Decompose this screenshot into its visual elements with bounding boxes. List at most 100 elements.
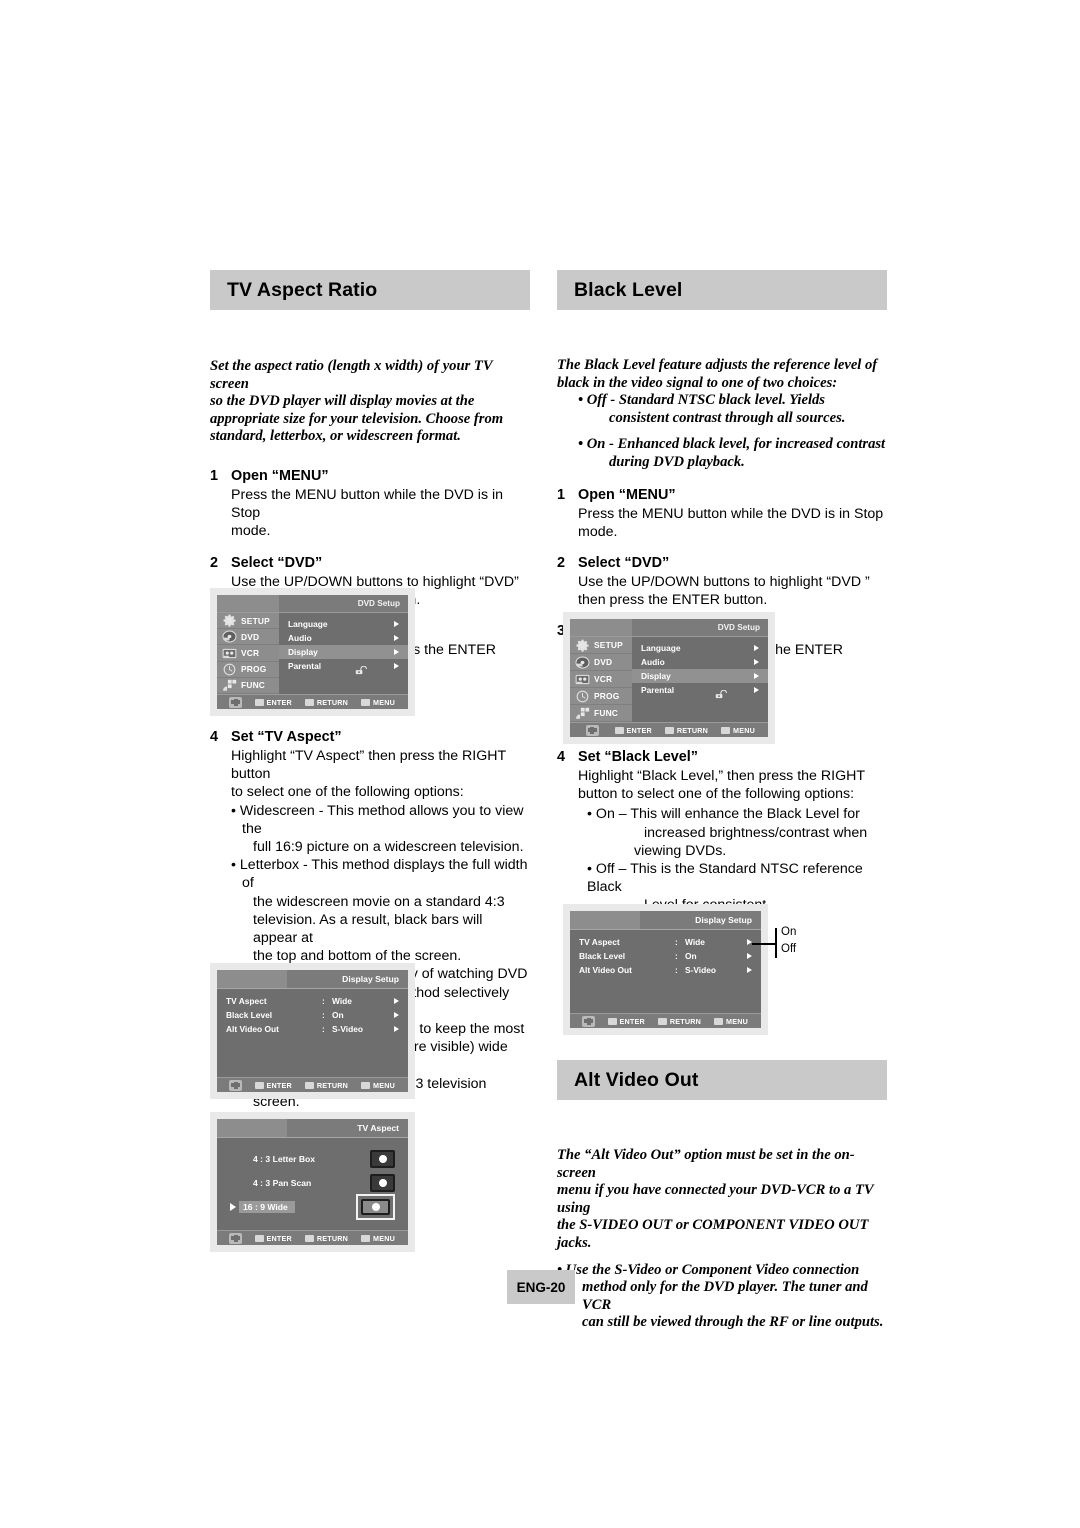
menu-item-display[interactable]: Display xyxy=(279,645,408,659)
sidebar-item-func[interactable]: FUNC xyxy=(217,678,279,695)
bottom-bar-return[interactable]: RETURN xyxy=(657,1017,701,1026)
manual-page: TV Aspect Ratio Set the aspect ratio (le… xyxy=(0,0,1080,1528)
callout-leader-line xyxy=(752,943,775,945)
tv-icon-letterbox[interactable] xyxy=(370,1150,395,1168)
page-footer-badge: ENG-20 xyxy=(507,1270,575,1304)
menu-item-parental[interactable]: Parental xyxy=(279,659,408,674)
bottom-bar-menu[interactable]: MENU xyxy=(361,698,395,707)
bottom-bar-return[interactable]: RETURN xyxy=(304,697,349,707)
bottom-bar-return[interactable]: RETURN xyxy=(664,725,709,735)
menu-button-icon xyxy=(361,1234,371,1242)
bottom-bar-label: RETURN xyxy=(316,1080,349,1090)
bottom-bar-label: MENU xyxy=(373,1233,395,1243)
tv-aspect-option-letterbox[interactable]: 4 : 3 Letter Box xyxy=(217,1147,408,1171)
dvd-setup-screen-mockup-left: DVD Setup SETUP DVD VCR PROG FUNC Langua… xyxy=(210,588,415,716)
bottom-bar-return[interactable]: RETURN xyxy=(304,1234,348,1243)
bullet-letterbox: • Letterbox - This method displays the f… xyxy=(231,856,530,965)
chevron-right-icon xyxy=(754,659,759,665)
row-separator: : xyxy=(322,1010,325,1020)
menu-item-label: Display xyxy=(288,647,318,657)
bottom-bar-enter[interactable]: ENTER xyxy=(254,1081,292,1090)
sidebar-item-dvd[interactable]: DVD xyxy=(217,629,279,646)
return-button-icon xyxy=(304,1081,314,1089)
intro-bullet-line: • Use the S-Video or Component Video con… xyxy=(557,1261,860,1278)
enter-button-icon xyxy=(254,1081,264,1089)
bottom-bar-enter[interactable]: ENTER xyxy=(614,725,652,735)
menu-item-parental[interactable]: Parental xyxy=(632,683,768,698)
step-body-line: Highlight “TV Aspect” then press the RIG… xyxy=(231,748,506,783)
sidebar-item-setup[interactable]: SETUP xyxy=(217,613,279,630)
row-name: Alt Video Out xyxy=(579,965,632,975)
navpad-icon-wrap xyxy=(570,724,615,736)
navpad-icon-wrap xyxy=(217,1232,255,1244)
menu-item-language[interactable]: Language xyxy=(279,617,408,631)
bottom-bar-label: ENTER xyxy=(619,1016,645,1026)
bottom-bar-label: RETURN xyxy=(676,725,709,735)
screen-bottom-bar: ENTER RETURN MENU xyxy=(217,1077,408,1092)
bottom-bar-label: RETURN xyxy=(316,697,349,707)
sidebar-item-prog[interactable]: PROG xyxy=(570,688,632,705)
sidebar-item-func[interactable]: FUNC xyxy=(570,705,632,722)
screen-titlebar: Display Setup xyxy=(570,911,761,930)
display-setup-screen-mockup-right: Display Setup TV Aspect : Wide Black Lev… xyxy=(563,904,768,1035)
chevron-right-icon xyxy=(394,663,399,669)
step-number: 1 xyxy=(557,486,566,503)
bullet-cont: increased brightness/contrast when xyxy=(644,824,868,841)
sidebar-item-setup[interactable]: SETUP xyxy=(570,637,632,654)
bottom-bar-menu[interactable]: MENU xyxy=(361,1081,395,1090)
intro-line: black in the video signal to one of two … xyxy=(557,374,838,391)
menu-item-label: Language xyxy=(288,619,328,629)
bottom-bar-menu[interactable]: MENU xyxy=(361,1234,395,1243)
step-1: 1 Open “MENU” Press the MENU button whil… xyxy=(557,486,887,541)
display-row-black-level[interactable]: Black Level : On xyxy=(217,1008,408,1022)
sidebar-item-vcr[interactable]: VCR xyxy=(217,645,279,662)
sidebar-item-vcr[interactable]: VCR xyxy=(570,671,632,688)
tv-aspect-option-panscan[interactable]: 4 : 3 Pan Scan xyxy=(217,1171,408,1195)
display-setup-screen-mockup-left: Display Setup TV Aspect : Wide Black Lev… xyxy=(210,963,415,1099)
bottom-bar-return[interactable]: RETURN xyxy=(304,1080,349,1090)
step-number: 2 xyxy=(210,554,219,571)
menu-item-audio[interactable]: Audio xyxy=(632,655,768,669)
bottom-bar-label: ENTER xyxy=(626,725,652,735)
dpad-icon xyxy=(229,1232,243,1244)
menu-item-display[interactable]: Display xyxy=(632,669,768,683)
step-1: 1 Open “MENU” Press the MENU button whil… xyxy=(210,467,530,541)
bottom-bar-enter[interactable]: ENTER xyxy=(607,1016,645,1026)
tv-aspect-option-wide[interactable]: 16 : 9 Wide xyxy=(217,1194,408,1220)
tv-icon-wide-selected[interactable] xyxy=(356,1194,395,1220)
step-number: 4 xyxy=(557,749,566,765)
sidebar-item-prog[interactable]: PROG xyxy=(217,662,279,678)
step-2: 2 Select “DVD” Use the UP/DOWN buttons t… xyxy=(557,554,887,609)
display-row-tv-aspect[interactable]: TV Aspect : Wide xyxy=(570,935,761,949)
menu-item-language[interactable]: Language xyxy=(632,641,768,655)
display-row-black-level[interactable]: Black Level : On xyxy=(570,949,761,963)
menu-button-icon xyxy=(361,1081,371,1089)
intro-bullet-off-cont: consistent contrast through all sources. xyxy=(609,409,846,426)
sidebar-item-label: DVD xyxy=(594,657,613,667)
step-body-line: mode. xyxy=(231,523,271,540)
cassette-icon xyxy=(575,673,590,686)
row-name: TV Aspect xyxy=(579,937,620,947)
tv-icon-panscan[interactable] xyxy=(370,1174,395,1192)
cassette-icon xyxy=(222,647,237,660)
bottom-bar-enter[interactable]: ENTER xyxy=(254,1234,292,1243)
gear-icon xyxy=(575,639,590,652)
intro-line: The “Alt Video Out” option must be set i… xyxy=(557,1147,855,1181)
display-row-tv-aspect[interactable]: TV Aspect : Wide xyxy=(217,994,408,1008)
row-name: Black Level xyxy=(579,951,626,961)
step-title: Open “MENU” xyxy=(231,467,329,484)
step-body-line: Press the MENU button while the DVD is i… xyxy=(578,505,884,522)
return-button-icon xyxy=(304,1234,314,1242)
sidebar-item-dvd[interactable]: DVD xyxy=(570,654,632,671)
row-separator: : xyxy=(322,1024,325,1034)
menu-item-audio[interactable]: Audio xyxy=(279,631,408,645)
row-separator: : xyxy=(675,965,678,975)
screen-titlebar: TV Aspect xyxy=(217,1119,408,1138)
row-value: Wide xyxy=(685,937,705,947)
bottom-bar-menu[interactable]: MENU xyxy=(721,726,755,735)
bottom-bar-menu[interactable]: MENU xyxy=(714,1017,748,1026)
intro-line: the S-VIDEO OUT or COMPONENT VIDEO OUT j… xyxy=(557,1217,869,1251)
display-row-alt-video-out[interactable]: Alt Video Out : S-Video xyxy=(570,963,761,977)
display-row-alt-video-out[interactable]: Alt Video Out : S-Video xyxy=(217,1022,408,1036)
bottom-bar-enter[interactable]: ENTER xyxy=(254,698,292,707)
